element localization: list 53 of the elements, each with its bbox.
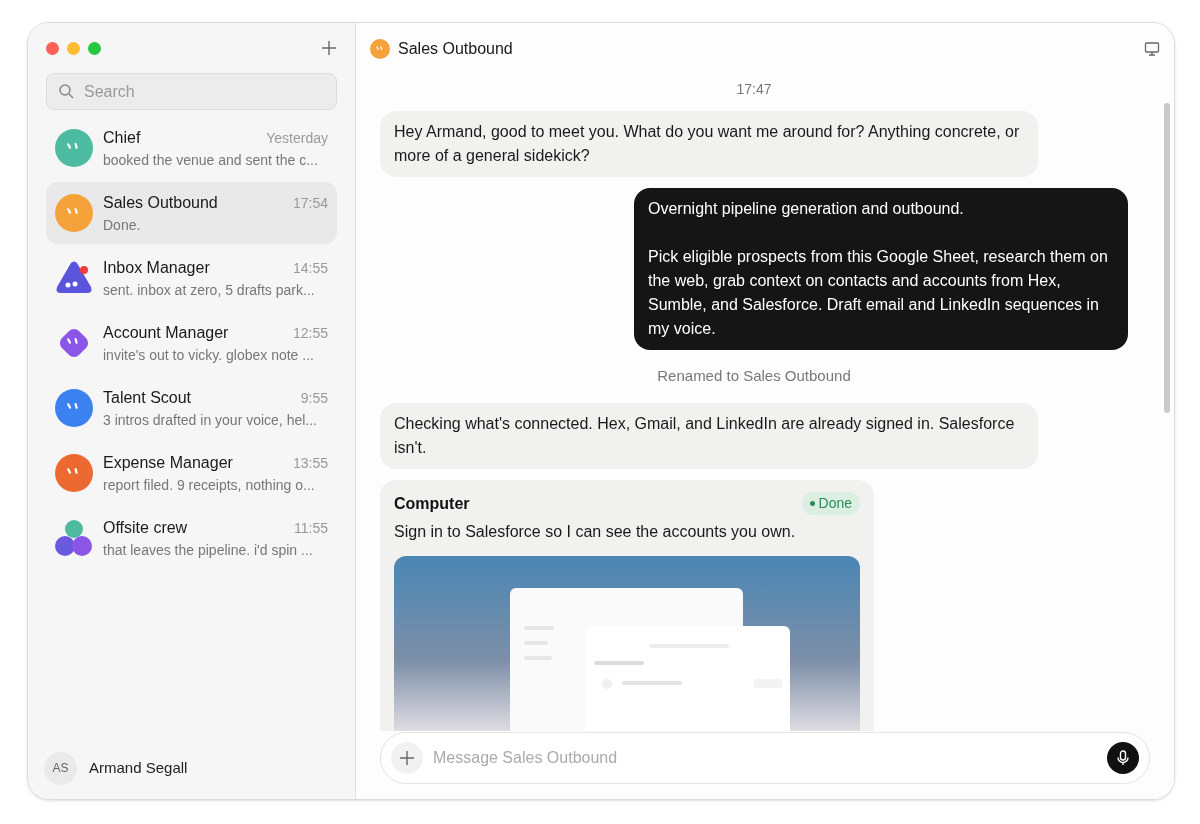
- chat-preview: 3 intros drafted in your voice, hel...: [103, 410, 318, 430]
- chat-time: 11:55: [294, 518, 328, 538]
- system-note: Renamed to Sales Outbound: [657, 366, 851, 386]
- plus-icon: [400, 751, 414, 765]
- chat-time: 14:55: [292, 258, 328, 278]
- chat-time: 17:54: [292, 193, 328, 213]
- chat-preview: Done.: [103, 215, 142, 235]
- message-time: 17:47: [736, 80, 772, 99]
- message-text: Overnight pipeline generation and outbound.: [648, 199, 965, 219]
- chat-time: Yesterday: [266, 128, 328, 148]
- message-text: Hey Armand, good to meet you. What do you want me around for? Anything concrete, or more of a general sidekick?: [394, 122, 1021, 166]
- chat-list-item[interactable]: Talent Scout 9:55 3 intros drafted in your voice, hel...: [46, 377, 337, 439]
- chat-time: 9:55: [300, 388, 328, 408]
- attach-button[interactable]: [391, 742, 423, 774]
- chat-list-item[interactable]: Offsite crew 11:55 that leaves the pipeline. i'd spin ...: [46, 507, 337, 569]
- chat-name: Talent Scout: [103, 387, 192, 408]
- status-badge: Done: [801, 492, 860, 515]
- plus-icon[interactable]: [321, 40, 337, 56]
- chat-list-item[interactable]: Chief Yesterday booked the venue and sent the c...: [46, 117, 337, 179]
- chat-preview: that leaves the pipeline. i'd spin ...: [103, 540, 314, 560]
- chat-title: Sales Outbound: [398, 39, 513, 59]
- user-avatar[interactable]: AS: [44, 751, 77, 785]
- search-field[interactable]: Search: [46, 73, 337, 110]
- close-window-button[interactable]: [46, 41, 59, 55]
- chat-name: Inbox Manager: [103, 257, 210, 278]
- search-icon: [58, 83, 74, 99]
- chat-preview: booked the venue and sent the c...: [103, 150, 319, 170]
- chat-name: Chief: [103, 127, 141, 148]
- microphone-button[interactable]: [1107, 742, 1139, 774]
- tool-text: Sign in to Salesforce so I can see the accounts you own.: [394, 521, 797, 542]
- chat-list-item[interactable]: Expense Manager 13:55 report filed. 9 receipts, nothing o...: [46, 442, 337, 504]
- chat-preview: sent. inbox at zero, 5 drafts park...: [103, 280, 316, 300]
- chat-preview: report filed. 9 receipts, nothing o...: [103, 475, 316, 495]
- user-name: Armand Segall: [89, 757, 188, 778]
- message-text: Checking what's connected. Hex, Gmail, and LinkedIn are already signed in. Salesforce isn't.: [394, 413, 1016, 458]
- chat-time: 13:55: [292, 453, 328, 473]
- message-text: Pick eligible prospects from this Google Sheet, research them on the web, grab context on contacts and accounts from Hex, Sumble, and Salesforce. Draft email and LinkedIn sequences in my voice.: [648, 247, 1109, 339]
- chat-list-item[interactable]: Account Manager 12:55 invite's out to vicky. globex note ...: [46, 312, 337, 374]
- chat-name: Sales Outbound: [103, 192, 218, 213]
- scrollbar-thumb[interactable]: [1164, 103, 1170, 413]
- chat-list-item[interactable]: Inbox Manager 14:55 sent. inbox at zero, 5 drafts park...: [46, 247, 337, 309]
- chat-name: Account Manager: [103, 322, 229, 343]
- monitor-icon[interactable]: [1144, 41, 1160, 57]
- message-field[interactable]: Message Sales Outbound: [433, 746, 1097, 770]
- zoom-window-button[interactable]: [88, 41, 101, 55]
- chat-list-item[interactable]: Sales Outbound 17:54 Done.: [46, 182, 337, 244]
- chat-preview: invite's out to vicky. globex note ...: [103, 345, 315, 365]
- message-composer[interactable]: Message Sales Outbound: [380, 732, 1150, 784]
- tool-title: Computer: [394, 493, 470, 514]
- chat-name: Expense Manager: [103, 452, 233, 473]
- microphone-icon: [1116, 750, 1130, 766]
- chat-name: Offsite crew: [103, 517, 188, 538]
- chat-time: 12:55: [292, 323, 328, 343]
